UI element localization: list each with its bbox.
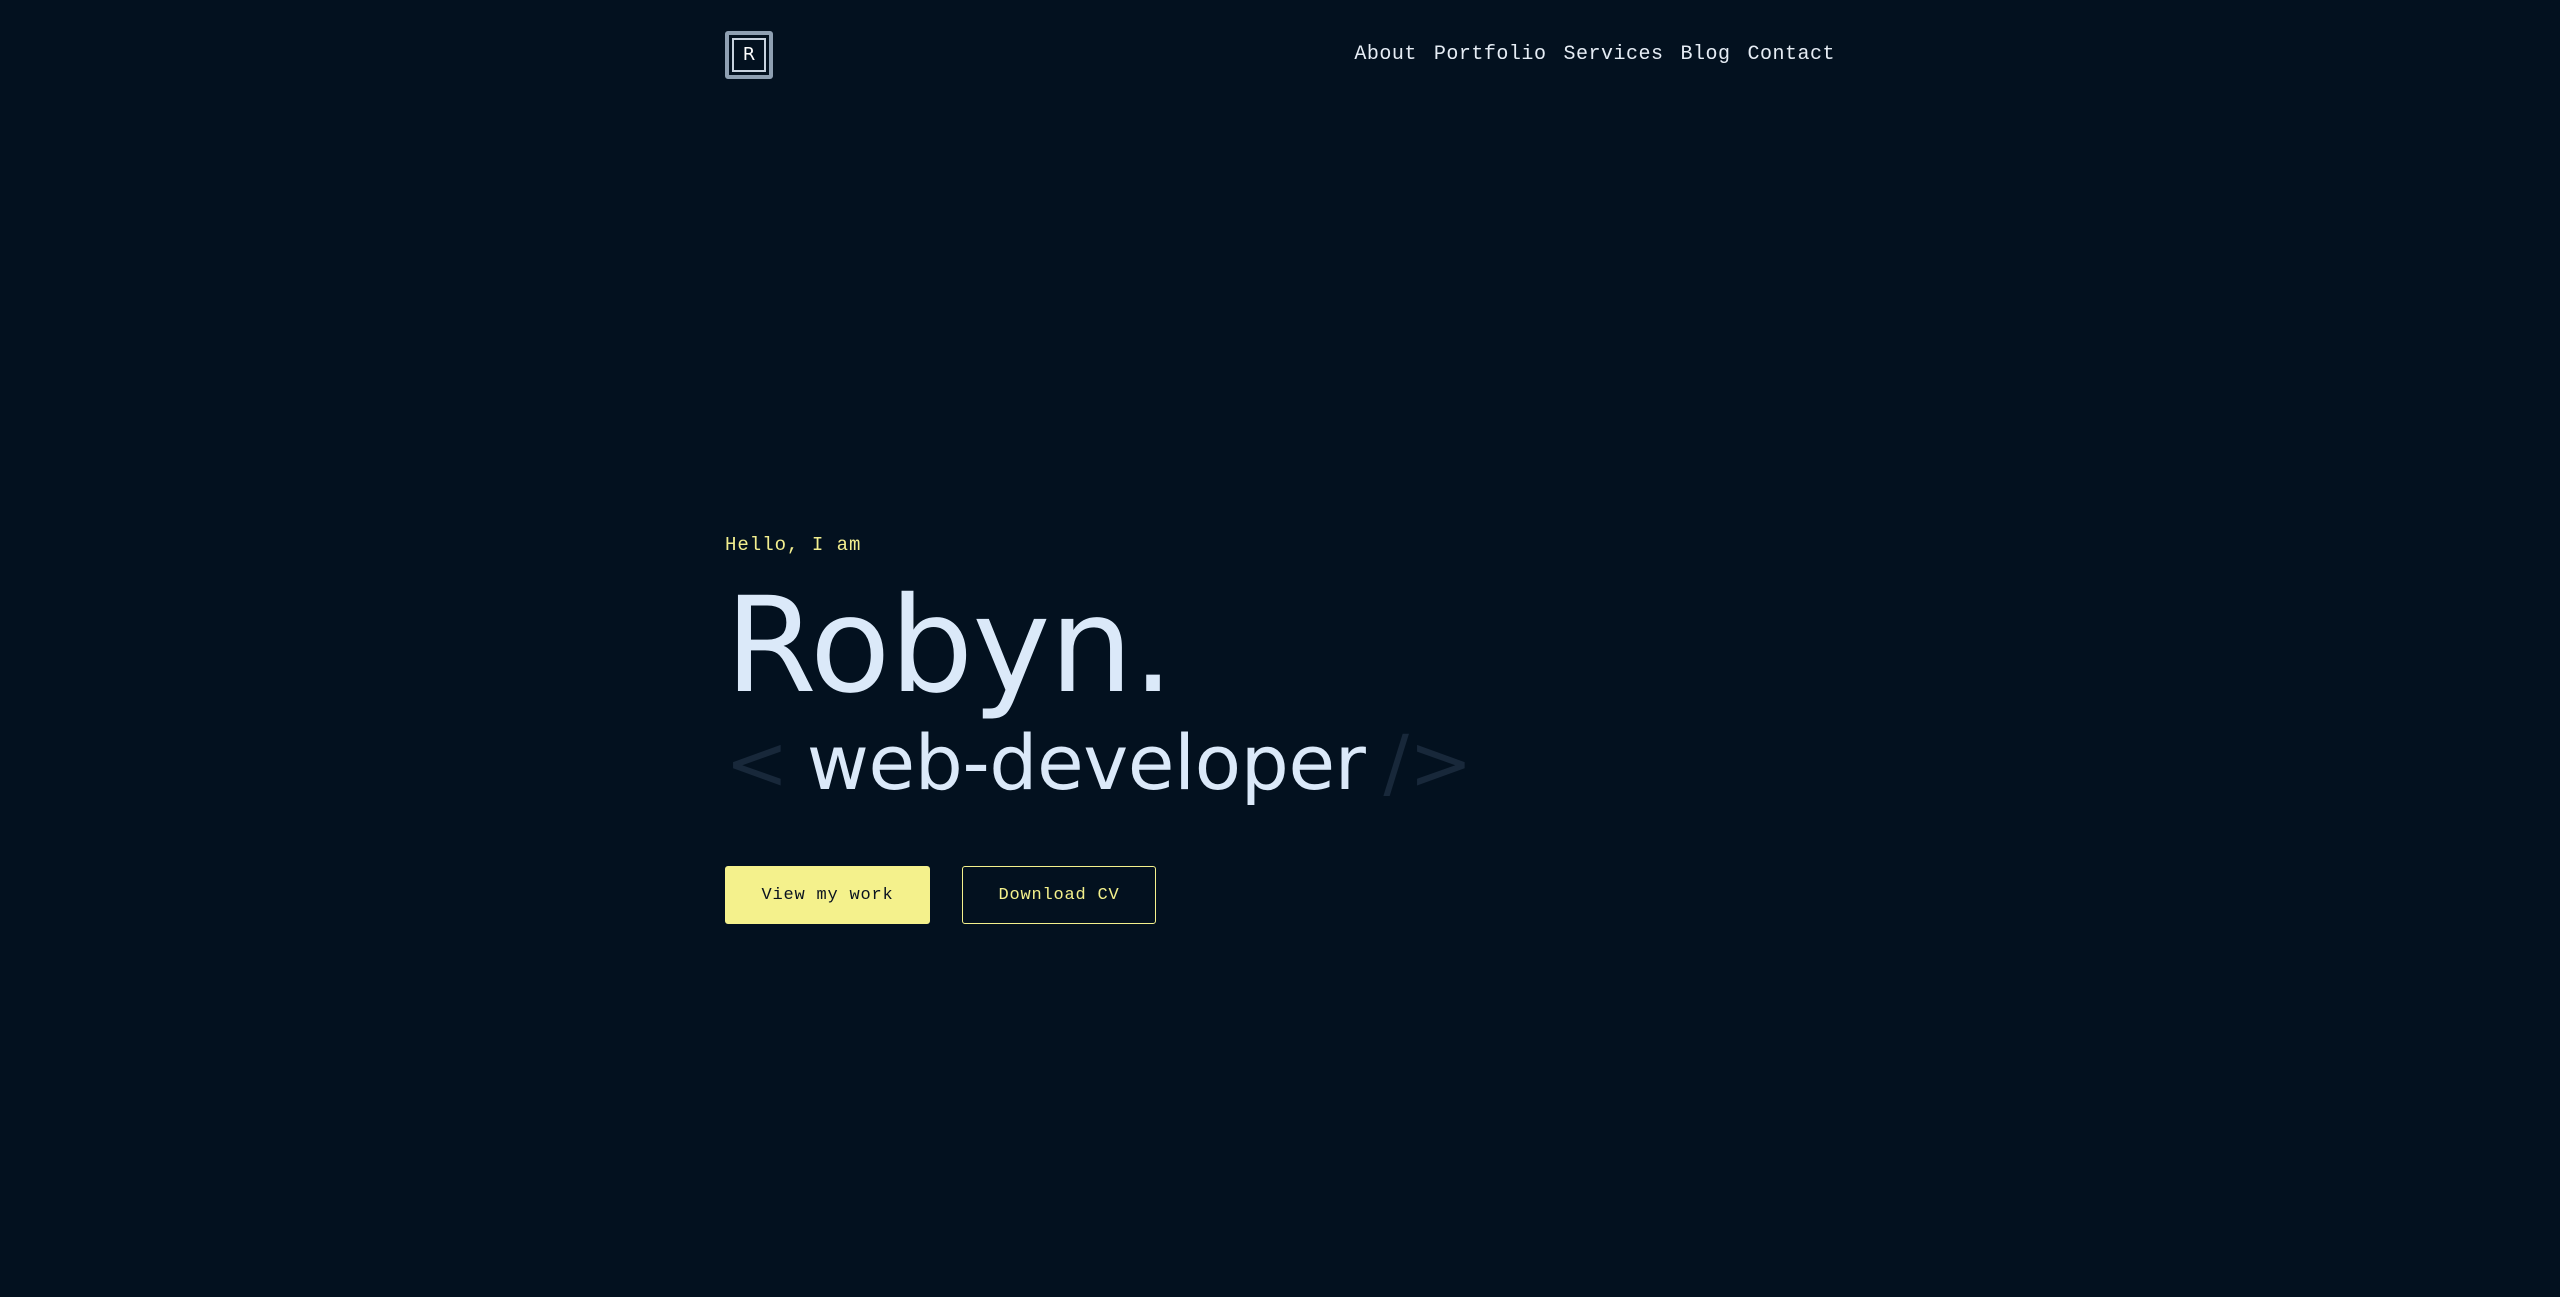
role-open-bracket: < bbox=[725, 718, 789, 807]
hero-greeting: Hello, I am bbox=[725, 534, 862, 556]
role-close-bracket: /> bbox=[1383, 718, 1473, 807]
nav-link-portfolio[interactable]: Portfolio bbox=[1434, 43, 1547, 66]
hero-section: Hello, I am Robyn. < web-developer /> Vi… bbox=[725, 528, 1925, 924]
nav-link-blog[interactable]: Blog bbox=[1680, 43, 1730, 66]
nav-link-contact[interactable]: Contact bbox=[1747, 43, 1835, 66]
hero-actions: View my work Download CV bbox=[725, 866, 1156, 924]
download-cv-button[interactable]: Download CV bbox=[962, 866, 1156, 924]
view-work-button[interactable]: View my work bbox=[725, 866, 930, 924]
logo-letter: R bbox=[732, 38, 766, 72]
nav-link-about[interactable]: About bbox=[1354, 43, 1417, 66]
nav-link-services[interactable]: Services bbox=[1563, 43, 1663, 66]
role-text: web-developer bbox=[806, 718, 1366, 807]
site-header: R About Portfolio Services Blog Contact bbox=[725, 31, 1835, 81]
hero-role: < web-developer /> bbox=[725, 715, 1925, 811]
hero-name: Robyn. bbox=[725, 569, 1174, 723]
logo[interactable]: R bbox=[725, 31, 773, 79]
main-nav: About Portfolio Services Blog Contact bbox=[1354, 43, 1835, 66]
